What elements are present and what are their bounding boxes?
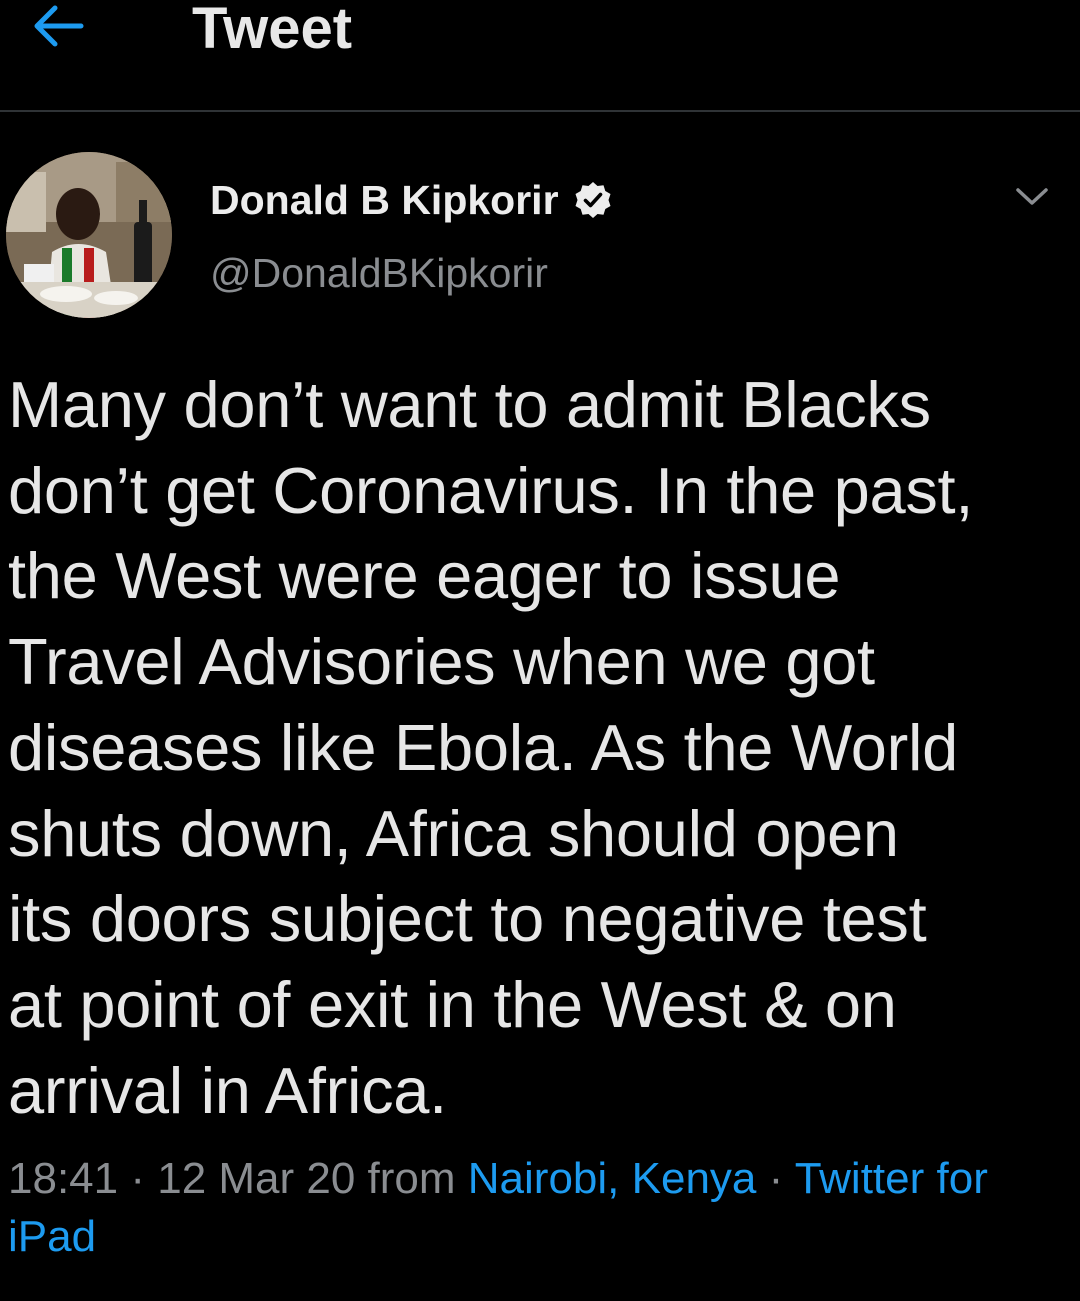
tweet-menu-button[interactable] [1004, 178, 1060, 218]
back-button[interactable] [22, 0, 92, 56]
tweet-text: Many don’t want to admit Blacks don’t ge… [8, 368, 974, 1127]
page-title: Tweet [192, 0, 353, 61]
top-bar: Tweet [0, 0, 1080, 112]
meta-separator: · [118, 1154, 158, 1203]
tweet-time: 18:41 [8, 1154, 119, 1203]
author-handle[interactable]: @DonaldBKipkorir [210, 250, 548, 297]
tweet-date: 12 Mar 20 [157, 1154, 356, 1203]
verified-badge-icon [573, 180, 613, 220]
arrow-left-icon [29, 2, 85, 55]
avatar[interactable] [6, 152, 172, 318]
tweet-meta: 18:41 · 12 Mar 20 from Nairobi, Kenya · … [8, 1150, 1072, 1266]
chevron-down-icon [1014, 184, 1050, 213]
meta-separator: · [756, 1154, 795, 1203]
author-name-row[interactable]: Donald B Kipkorir [210, 172, 613, 228]
display-name: Donald B Kipkorir [210, 176, 559, 223]
location-link[interactable]: Nairobi, Kenya [468, 1154, 757, 1203]
from-label: from [355, 1154, 468, 1203]
